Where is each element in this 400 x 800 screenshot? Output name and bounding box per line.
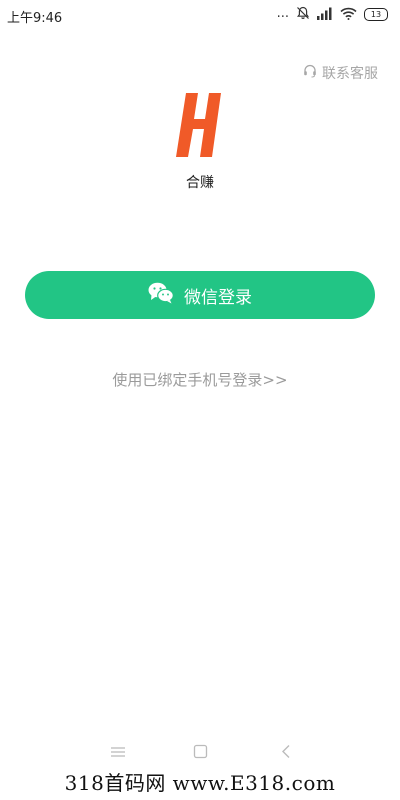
battery-icon: 13 — [364, 7, 388, 21]
wifi-icon — [340, 5, 357, 24]
app-name: 合赚 — [186, 175, 214, 191]
home-nav-icon[interactable] — [193, 744, 208, 763]
wechat-icon — [148, 282, 174, 308]
navigation-bar — [0, 740, 400, 800]
contact-service-button[interactable]: 联系客服 — [303, 63, 378, 83]
menu-nav-icon[interactable] — [110, 744, 126, 763]
more-notifications-icon: ... — [276, 6, 289, 21]
back-nav-icon[interactable] — [280, 744, 292, 763]
signal-icon — [317, 5, 333, 24]
status-time: 上午9:46 — [7, 11, 63, 26]
status-icons: ... 13 — [277, 6, 388, 22]
mute-bell-icon — [296, 5, 310, 24]
app-logo — [176, 93, 226, 157]
status-bar: 上午9:46 ... 13 — [0, 0, 400, 30]
wechat-login-button[interactable]: 微信登录 — [25, 271, 375, 319]
wechat-login-label: 微信登录 — [184, 287, 252, 308]
phone-login-link[interactable]: 使用已绑定手机号登录>> — [0, 369, 400, 390]
contact-service-label: 联系客服 — [322, 66, 378, 82]
login-screen: 上午9:46 ... 13 联系客服 合赚 微信登录 使用已绑定手机号登录>> … — [0, 0, 400, 800]
headset-icon — [303, 64, 317, 82]
